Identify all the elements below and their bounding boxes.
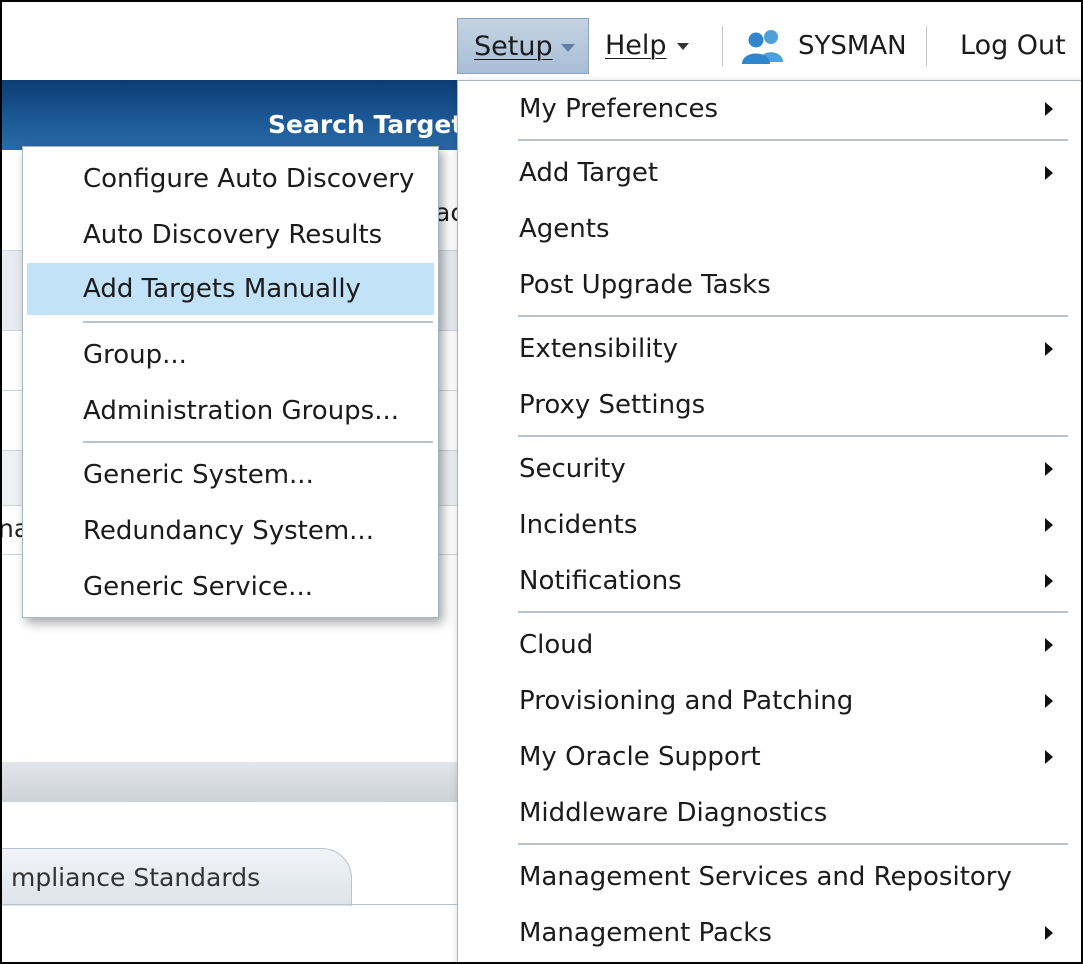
menu-item-label: Redundancy System... [83, 516, 374, 546]
search-target-label[interactable]: Search Target [268, 110, 463, 139]
menu-item-my-preferences[interactable]: My Preferences [458, 85, 1081, 133]
users-icon [742, 30, 783, 64]
help-label: Help [605, 30, 667, 61]
menu-item-label: Proxy Settings [519, 390, 706, 420]
menu-item-group[interactable]: Group... [23, 331, 438, 379]
menu-item-label: Provisioning and Patching [519, 686, 854, 716]
menu-item-label: Generic Service... [83, 572, 313, 602]
help-menu-button[interactable]: Help [605, 18, 689, 74]
menu-item-label: Management Services and Repository [519, 862, 1012, 892]
chevron-right-icon [1045, 638, 1053, 652]
menu-item-agents[interactable]: Agents [458, 205, 1081, 253]
menu-item-label: My Preferences [519, 94, 718, 124]
menu-item-label: My Oracle Support [519, 742, 761, 772]
menu-item-label: Cloud [519, 630, 594, 660]
menu-item-label: Auto Discovery Results [83, 220, 383, 250]
menu-item-label: Group... [83, 340, 187, 370]
user-name[interactable]: SYSMAN [798, 18, 907, 74]
menu-item-my-oracle-support[interactable]: My Oracle Support [458, 733, 1081, 781]
menu-item-label: Incidents [519, 510, 638, 540]
menu-item-provisioning-and-patching[interactable]: Provisioning and Patching [458, 677, 1081, 725]
chevron-right-icon [1045, 518, 1053, 532]
header-divider [926, 26, 927, 66]
menu-divider [518, 139, 1068, 141]
menu-divider [518, 315, 1068, 317]
menu-divider [518, 435, 1068, 437]
menu-item-label: Extensibility [519, 334, 679, 364]
tab-compliance-standards[interactable]: mpliance Standards [2, 848, 352, 906]
chevron-right-icon [1045, 574, 1053, 588]
menu-item-label: Administration Groups... [83, 396, 400, 426]
chevron-down-icon [560, 43, 575, 52]
chevron-right-icon [1045, 166, 1053, 180]
menu-item-label: Configure Auto Discovery [83, 164, 415, 194]
add-target-submenu: Configure Auto Discovery Auto Discovery … [22, 146, 439, 618]
app-window: Search Target ac na mpliance Standards S… [0, 0, 1083, 964]
menu-item-label: Post Upgrade Tasks [519, 270, 771, 300]
menu-item-management-packs[interactable]: Management Packs [458, 909, 1081, 957]
menu-item-notifications[interactable]: Notifications [458, 557, 1081, 605]
menu-item-generic-service[interactable]: Generic Service... [23, 563, 438, 611]
menu-item-label: Notifications [519, 566, 682, 596]
chevron-right-icon [1045, 750, 1053, 764]
setup-dropdown-menu: My Preferences Add Target Agents Post Up… [457, 80, 1081, 962]
chevron-down-icon [676, 43, 689, 50]
menu-item-label: Management Packs [519, 918, 772, 948]
menu-divider [518, 611, 1068, 613]
menu-item-label: Add Targets Manually [83, 274, 361, 304]
menu-item-label: Add Target [519, 158, 659, 188]
chevron-right-icon [1045, 102, 1053, 116]
menu-item-auto-discovery-results[interactable]: Auto Discovery Results [23, 211, 438, 259]
menu-divider [518, 843, 1068, 845]
setup-menu-button[interactable]: Setup [457, 18, 589, 74]
menu-item-management-services-and-repository[interactable]: Management Services and Repository [458, 853, 1081, 901]
header-divider [722, 26, 723, 66]
logout-link[interactable]: Log Out [960, 18, 1066, 74]
menu-item-post-upgrade-tasks[interactable]: Post Upgrade Tasks [458, 261, 1081, 309]
tab-baseline [2, 904, 462, 905]
chevron-right-icon [1045, 926, 1053, 940]
setup-label: Setup [474, 31, 553, 62]
menu-item-cloud[interactable]: Cloud [458, 621, 1081, 669]
menu-item-administration-groups[interactable]: Administration Groups... [23, 387, 438, 435]
menu-divider [83, 321, 433, 323]
chevron-right-icon [1045, 694, 1053, 708]
menu-item-add-targets-manually[interactable]: Add Targets Manually [27, 263, 434, 315]
menu-item-generic-system[interactable]: Generic System... [23, 451, 438, 499]
menu-item-incidents[interactable]: Incidents [458, 501, 1081, 549]
menu-item-add-target[interactable]: Add Target [458, 149, 1081, 197]
menu-item-extensibility[interactable]: Extensibility [458, 325, 1081, 373]
menu-item-middleware-diagnostics[interactable]: Middleware Diagnostics [458, 789, 1081, 837]
chevron-right-icon [1045, 342, 1053, 356]
menu-item-configure-auto-discovery[interactable]: Configure Auto Discovery [23, 155, 438, 203]
menu-item-label: Security [519, 454, 626, 484]
menu-item-label: Generic System... [83, 460, 314, 490]
menu-item-redundancy-system[interactable]: Redundancy System... [23, 507, 438, 555]
menu-item-label: Agents [519, 214, 610, 244]
chevron-right-icon [1045, 462, 1053, 476]
tab-label: mpliance Standards [11, 863, 261, 892]
menu-item-proxy-settings[interactable]: Proxy Settings [458, 381, 1081, 429]
menu-item-security[interactable]: Security [458, 445, 1081, 493]
menu-item-label: Middleware Diagnostics [519, 798, 828, 828]
menu-divider [83, 441, 433, 443]
